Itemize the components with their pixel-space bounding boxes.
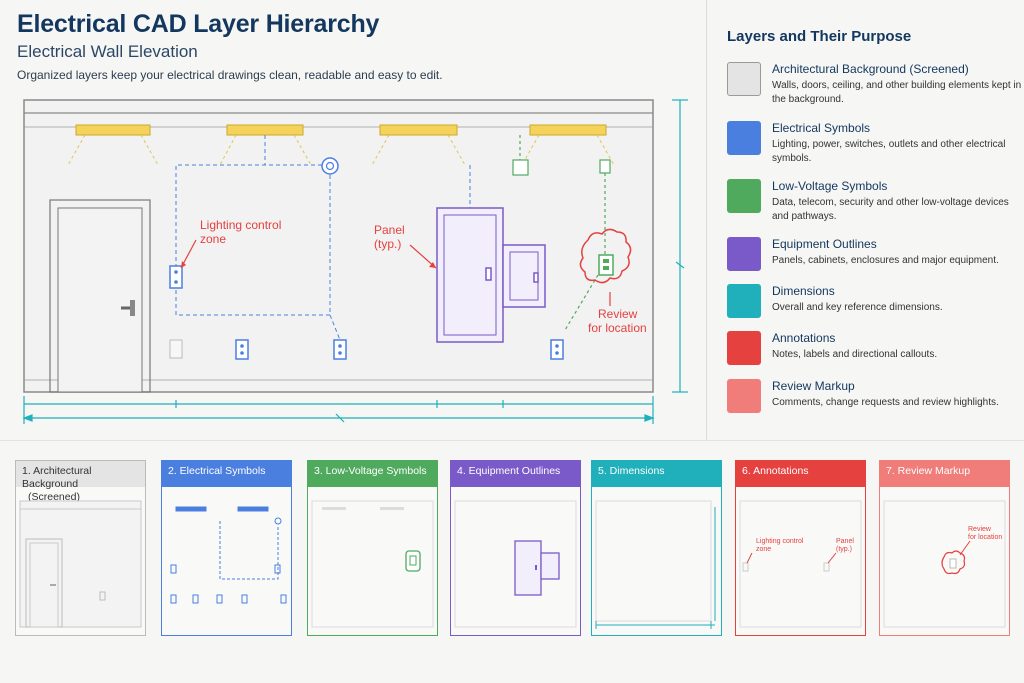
legend-title: Low-Voltage Symbols: [772, 179, 888, 193]
panel-drawing: [311, 500, 434, 628]
legend-description: Data, telecom, security and other low-vo…: [772, 197, 1009, 222]
legend-heading: Layers and Their Purpose: [727, 28, 912, 45]
panel-drawing: [170, 506, 287, 604]
layer-panel-annotations: 6. Annotations Lighting control zone Pan…: [735, 460, 866, 636]
panel-drawing: Review for location: [883, 500, 1006, 628]
legend-swatch-low-voltage: [727, 179, 761, 213]
panel-drawing: [19, 500, 142, 628]
panel-label: 4. Equipment Outlines: [457, 465, 561, 477]
panel-header: 6. Annotations: [736, 461, 865, 487]
data-outlet-icon: [598, 254, 614, 276]
panel-label: 3. Low-Voltage Symbols: [314, 465, 427, 477]
door-handle-plate: [130, 300, 135, 316]
annotation-panel-line1: Panel: [836, 538, 854, 545]
legend-description: Panels, cabinets, enclosures and major e…: [772, 255, 999, 266]
layer-panel-review: 7. Review Markup Review for location: [879, 460, 1010, 636]
legend-title: Annotations: [772, 331, 836, 345]
legend-description: Lighting, power, switches, outlets and o…: [772, 139, 1006, 164]
legend-description: Walls, doors, ceiling, and other buildin…: [772, 80, 1022, 105]
switch-icon: [169, 265, 183, 289]
wall-plate: [169, 339, 183, 359]
legend-swatch-electrical: [727, 121, 761, 155]
legend-item-electrical: Electrical Symbols Lighting, power, swit…: [727, 119, 1019, 165]
legend-title: Equipment Outlines: [772, 237, 877, 251]
panel-header: 5. Dimensions: [592, 461, 721, 487]
callout-review-line2: for location: [588, 321, 647, 335]
legend-swatch-architectural: [727, 62, 761, 96]
layer-panel-electrical: 2. Electrical Symbols: [161, 460, 292, 636]
panel-label: 5. Dimensions: [598, 465, 665, 477]
wall-elevation-drawing: Lighting control zone Panel (typ.) Revie…: [22, 99, 688, 424]
panel-drawing: Lighting control zone Panel (typ.): [739, 500, 862, 628]
panel-label: 2. Electrical Symbols: [168, 465, 266, 477]
callout-lighting-line1: Lighting control: [200, 218, 281, 232]
panel-drawing: [595, 500, 716, 629]
legend-title: Dimensions: [772, 284, 835, 298]
callout-panel-line1: Panel: [374, 223, 405, 237]
panel-label: 7. Review Markup: [886, 465, 971, 477]
legend-swatch-equipment: [727, 237, 761, 271]
legend-description: Overall and key reference dimensions.: [772, 302, 943, 313]
layers-legend: Layers and Their Purpose Architectural B…: [706, 0, 1024, 440]
callout-review-line1: Review: [598, 307, 638, 321]
callout-lighting-line2: zone: [200, 232, 226, 246]
annotation-lighting-line2: zone: [756, 546, 771, 553]
legend-item-dimensions: Dimensions Overall and key reference dim…: [727, 282, 1019, 328]
annotation-review-line2: for location: [968, 534, 1002, 541]
outlet-icon-2: [333, 339, 347, 360]
panel-header: 4. Equipment Outlines: [451, 461, 580, 487]
panel-header: 7. Review Markup: [880, 461, 1009, 487]
section-divider: [0, 440, 1024, 441]
legend-title: Electrical Symbols: [772, 121, 871, 135]
legend-item-equipment: Equipment Outlines Panels, cabinets, enc…: [727, 235, 1019, 281]
legend-swatch-dimensions: [727, 284, 761, 318]
annotation-panel-line2: (typ.): [836, 546, 852, 553]
legend-description: Notes, labels and directional callouts.: [772, 349, 938, 360]
layer-panel-architectural: 1. Architectural Background (Screened): [15, 460, 146, 636]
legend-title: Architectural Background (Screened): [772, 62, 969, 76]
outlet-icon-3: [550, 339, 564, 360]
panel-label: 6. Annotations: [742, 465, 809, 477]
layer-panel-equipment: 4. Equipment Outlines: [450, 460, 581, 636]
panel-header: 1. Architectural Background (Screened): [16, 461, 145, 503]
panel-header: 2. Electrical Symbols: [162, 461, 291, 487]
door-leaf: [57, 207, 143, 393]
outlet-icon-1: [235, 339, 249, 360]
layer-panel-low-voltage: 3. Low-Voltage Symbols: [307, 460, 438, 636]
layer-panel-dimensions: 5. Dimensions: [591, 460, 722, 636]
legend-item-architectural: Architectural Background (Screened) Wall…: [727, 60, 1022, 106]
callout-panel-line2: (typ.): [374, 237, 401, 251]
legend-swatch-annotations: [727, 331, 761, 365]
annotation-lighting-line1: Lighting control: [756, 538, 804, 545]
legend-item-annotations: Annotations Notes, labels and directiona…: [727, 329, 1019, 375]
legend-item-low-voltage: Low-Voltage Symbols Data, telecom, secur…: [727, 177, 1019, 223]
legend-description: Comments, change requests and review hig…: [772, 397, 999, 408]
legend-item-review: Review Markup Comments, change requests …: [727, 377, 1019, 423]
panel-drawing: [454, 500, 577, 628]
legend-swatch-review: [727, 379, 761, 413]
annotation-review-line1: Review: [968, 526, 992, 533]
panel-header: 3. Low-Voltage Symbols: [308, 461, 437, 487]
smoke-detector-icon: [321, 157, 339, 175]
legend-title: Review Markup: [772, 379, 855, 393]
